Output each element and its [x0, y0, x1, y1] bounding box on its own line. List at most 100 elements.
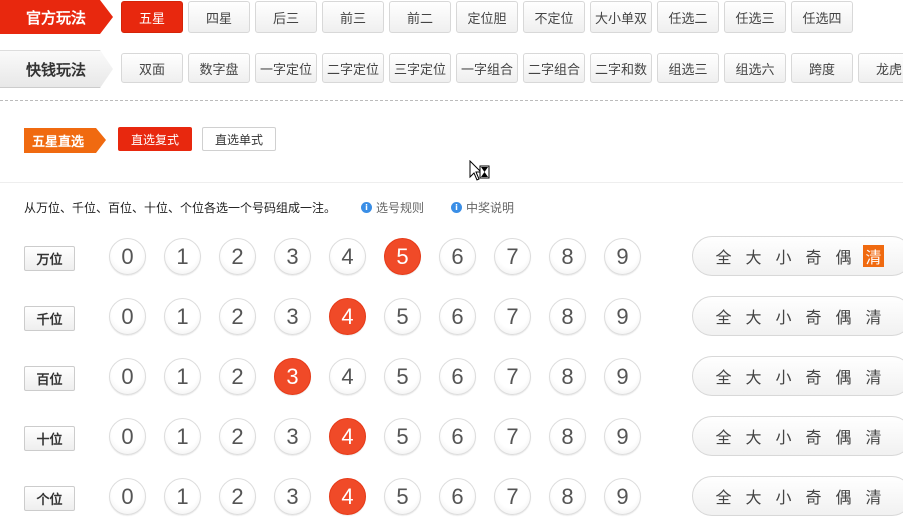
official-tab[interactable]: 后三 [255, 1, 317, 33]
quick-select-button[interactable]: 小 [773, 365, 794, 387]
digit-ball[interactable]: 6 [439, 298, 476, 335]
digit-ball[interactable]: 1 [164, 358, 201, 395]
quick-select-button[interactable]: 奇 [803, 305, 824, 327]
digit-ball[interactable]: 3 [274, 478, 311, 515]
quick-select-button[interactable]: 大 [743, 365, 764, 387]
quick-select-button[interactable]: 全 [713, 245, 734, 267]
official-tab[interactable]: 不定位 [523, 1, 585, 33]
digit-ball[interactable]: 8 [549, 298, 586, 335]
quick-select-button[interactable]: 小 [773, 425, 794, 447]
digit-ball[interactable]: 7 [494, 298, 531, 335]
digit-ball[interactable]: 6 [439, 418, 476, 455]
official-tab[interactable]: 任选三 [724, 1, 786, 33]
quick-tab[interactable]: 一字定位 [255, 53, 317, 83]
prize-link[interactable]: i 中奖说明 [451, 199, 514, 216]
quick-select-button[interactable]: 清 [863, 365, 884, 387]
quick-select-button[interactable]: 偶 [833, 365, 854, 387]
digit-ball[interactable]: 6 [439, 358, 476, 395]
digit-ball[interactable]: 4 [329, 298, 366, 335]
quick-tab[interactable]: 组选六 [724, 53, 786, 83]
digit-ball[interactable]: 8 [549, 358, 586, 395]
official-tab[interactable]: 大小单双 [590, 1, 652, 33]
digit-ball[interactable]: 0 [109, 478, 146, 515]
digit-ball[interactable]: 4 [329, 358, 366, 395]
digit-ball[interactable]: 2 [219, 358, 256, 395]
digit-ball[interactable]: 1 [164, 238, 201, 275]
digit-ball[interactable]: 4 [329, 238, 366, 275]
quick-select-button[interactable]: 清 [863, 305, 884, 327]
quick-select-button[interactable]: 全 [713, 305, 734, 327]
digit-ball[interactable]: 7 [494, 478, 531, 515]
digit-ball[interactable]: 3 [274, 418, 311, 455]
quick-select-button[interactable]: 小 [773, 485, 794, 507]
quick-tab[interactable]: 二字和数 [590, 53, 652, 83]
quick-select-button[interactable]: 大 [743, 245, 764, 267]
quick-select-button[interactable]: 奇 [803, 365, 824, 387]
digit-ball[interactable]: 0 [109, 298, 146, 335]
digit-ball[interactable]: 0 [109, 358, 146, 395]
digit-ball[interactable]: 8 [549, 418, 586, 455]
quick-select-button[interactable]: 清 [863, 245, 884, 267]
digit-ball[interactable]: 9 [604, 418, 641, 455]
digit-ball[interactable]: 3 [274, 238, 311, 275]
submode-option-single[interactable]: 直选单式 [202, 127, 276, 151]
quick-select-button[interactable]: 偶 [833, 425, 854, 447]
quick-select-button[interactable]: 奇 [803, 485, 824, 507]
digit-ball[interactable]: 4 [329, 418, 366, 455]
official-tab[interactable]: 四星 [188, 1, 250, 33]
digit-ball[interactable]: 6 [439, 238, 476, 275]
official-tab[interactable]: 五星 [121, 1, 183, 33]
digit-ball[interactable]: 1 [164, 418, 201, 455]
digit-ball[interactable]: 1 [164, 298, 201, 335]
quick-tab[interactable]: 龙虎 [858, 53, 903, 83]
quick-select-button[interactable]: 清 [863, 425, 884, 447]
digit-ball[interactable]: 0 [109, 238, 146, 275]
quick-select-button[interactable]: 偶 [833, 245, 854, 267]
quick-tab[interactable]: 数字盘 [188, 53, 250, 83]
quick-select-button[interactable]: 小 [773, 245, 794, 267]
quick-select-button[interactable]: 清 [863, 485, 884, 507]
digit-ball[interactable]: 2 [219, 418, 256, 455]
official-tab[interactable]: 前二 [389, 1, 451, 33]
digit-ball[interactable]: 2 [219, 238, 256, 275]
digit-ball[interactable]: 8 [549, 478, 586, 515]
submode-option-compound[interactable]: 直选复式 [118, 127, 192, 151]
digit-ball[interactable]: 9 [604, 358, 641, 395]
quick-tab[interactable]: 组选三 [657, 53, 719, 83]
quick-select-button[interactable]: 全 [713, 365, 734, 387]
quick-select-button[interactable]: 小 [773, 305, 794, 327]
digit-ball[interactable]: 5 [384, 358, 421, 395]
quick-select-button[interactable]: 偶 [833, 485, 854, 507]
official-tab[interactable]: 任选二 [657, 1, 719, 33]
digit-ball[interactable]: 9 [604, 238, 641, 275]
digit-ball[interactable]: 3 [274, 298, 311, 335]
digit-ball[interactable]: 9 [604, 298, 641, 335]
digit-ball[interactable]: 2 [219, 298, 256, 335]
quick-tab[interactable]: 三字定位 [389, 53, 451, 83]
quick-select-button[interactable]: 全 [713, 485, 734, 507]
digit-ball[interactable]: 7 [494, 358, 531, 395]
quick-select-button[interactable]: 大 [743, 425, 764, 447]
digit-ball[interactable]: 9 [604, 478, 641, 515]
digit-ball[interactable]: 3 [274, 358, 311, 395]
digit-ball[interactable]: 4 [329, 478, 366, 515]
quick-tab[interactable]: 一字组合 [456, 53, 518, 83]
quick-select-button[interactable]: 大 [743, 305, 764, 327]
quick-select-button[interactable]: 全 [713, 425, 734, 447]
quick-tab[interactable]: 二字定位 [322, 53, 384, 83]
digit-ball[interactable]: 2 [219, 478, 256, 515]
official-tab[interactable]: 定位胆 [456, 1, 518, 33]
digit-ball[interactable]: 7 [494, 238, 531, 275]
digit-ball[interactable]: 8 [549, 238, 586, 275]
digit-ball[interactable]: 5 [384, 418, 421, 455]
digit-ball[interactable]: 6 [439, 478, 476, 515]
digit-ball[interactable]: 5 [384, 238, 421, 275]
digit-ball[interactable]: 5 [384, 298, 421, 335]
digit-ball[interactable]: 7 [494, 418, 531, 455]
quick-select-button[interactable]: 奇 [803, 245, 824, 267]
rule-link[interactable]: i 选号规则 [361, 199, 424, 216]
quick-tab[interactable]: 跨度 [791, 53, 853, 83]
digit-ball[interactable]: 0 [109, 418, 146, 455]
quick-tab[interactable]: 双面 [121, 53, 183, 83]
quick-select-button[interactable]: 奇 [803, 425, 824, 447]
